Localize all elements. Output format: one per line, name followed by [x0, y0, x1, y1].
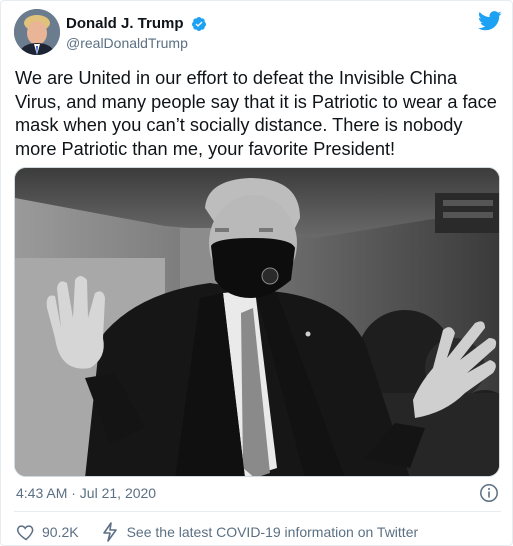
tweet-text: We are United in our effort to defeat th… — [15, 68, 497, 159]
info-icon[interactable] — [479, 483, 499, 503]
like-count[interactable]: 90.2K — [42, 524, 79, 540]
lightning-icon — [102, 522, 117, 542]
divider — [14, 511, 501, 512]
tweet-timestamp[interactable]: 4:43 AM · Jul 21, 2020 — [16, 485, 156, 501]
avatar[interactable] — [14, 9, 60, 55]
verified-badge-icon — [191, 16, 206, 31]
twitter-bird-icon[interactable] — [478, 11, 502, 31]
tweet-header: Donald J. Trump @realDonaldTrump — [14, 9, 502, 59]
photo-illustration — [15, 168, 499, 476]
tweet-actions: 90.2K See the latest COVID-19 informatio… — [16, 521, 418, 543]
heart-icon[interactable] — [16, 522, 36, 542]
covid-info-link[interactable]: See the latest COVID-19 information on T… — [127, 524, 419, 540]
author-block[interactable]: Donald J. Trump @realDonaldTrump — [66, 15, 207, 51]
tweet-card: Donald J. Trump @realDonaldTrump We are … — [0, 0, 513, 546]
display-name[interactable]: Donald J. Trump — [66, 15, 184, 32]
tweet-photo[interactable] — [14, 167, 500, 477]
handle[interactable]: @realDonaldTrump — [66, 35, 207, 51]
